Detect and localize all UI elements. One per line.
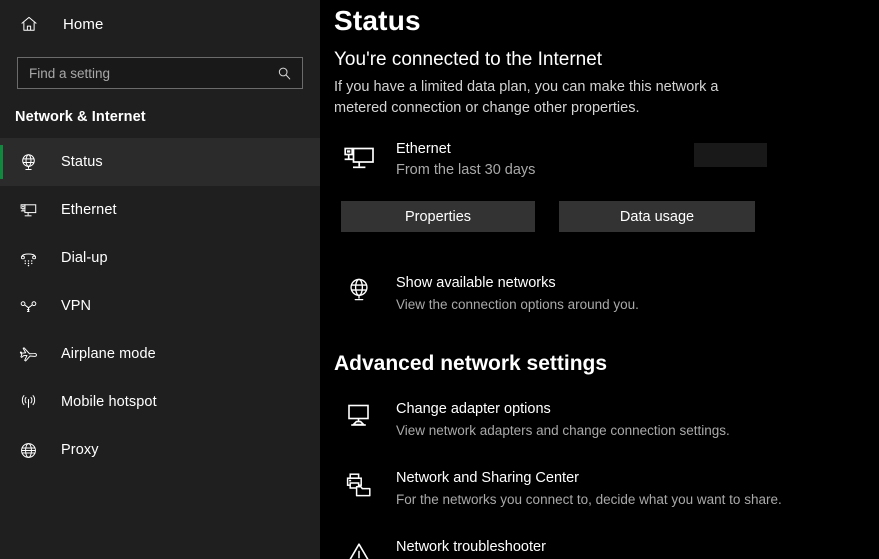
network-sharing-center-text: Network and Sharing Center For the netwo… [396, 468, 782, 509]
properties-button[interactable]: Properties [341, 201, 535, 232]
vpn-key-icon [17, 295, 39, 317]
network-sharing-center-link[interactable]: Network and Sharing Center For the netwo… [334, 468, 879, 509]
network-troubleshooter-text: Network troubleshooter Diagnose and fix … [396, 537, 611, 559]
link-description: For the networks you connect to, decide … [396, 490, 782, 509]
advanced-settings-heading: Advanced network settings [334, 351, 879, 377]
search-icon[interactable] [274, 63, 294, 83]
link-description: View the connection options around you. [396, 295, 639, 314]
change-adapter-options-text: Change adapter options View network adap… [396, 399, 730, 440]
show-available-networks-link[interactable]: Show available networks View the connect… [334, 273, 879, 314]
link-title: Change adapter options [396, 399, 730, 419]
sidebar-item-label: Mobile hotspot [61, 394, 157, 410]
sidebar-home-button[interactable]: Home [0, 4, 320, 44]
globe-icon [17, 439, 39, 461]
sidebar-item-label: Status [61, 154, 103, 170]
hotspot-signal-icon [17, 391, 39, 413]
home-icon [17, 12, 41, 36]
sidebar: Home Network & Internet [0, 0, 320, 559]
sidebar-item-status[interactable]: Status [0, 138, 320, 186]
sidebar-item-airplane-mode[interactable]: Airplane mode [0, 330, 320, 378]
adapter-monitor-icon [341, 400, 377, 432]
ethernet-monitor-icon [17, 199, 39, 221]
page-title: Status [334, 1, 879, 41]
network-troubleshooter-link[interactable]: Network troubleshooter Diagnose and fix … [334, 537, 879, 559]
connection-name: Ethernet [396, 139, 535, 159]
globe-status-icon [17, 151, 39, 173]
sidebar-item-dial-up[interactable]: Dial-up [0, 234, 320, 282]
ethernet-monitor-icon [341, 142, 377, 176]
advanced-settings-list: Change adapter options View network adap… [334, 399, 879, 559]
connection-subtitle: From the last 30 days [396, 160, 535, 180]
sidebar-item-ethernet[interactable]: Ethernet [0, 186, 320, 234]
sidebar-item-label: Dial-up [61, 250, 108, 266]
airplane-icon [17, 343, 39, 365]
change-adapter-options-link[interactable]: Change adapter options View network adap… [334, 399, 879, 440]
printer-folder-share-icon [341, 469, 377, 501]
sidebar-item-label: Ethernet [61, 202, 117, 218]
sidebar-category-title: Network & Internet [15, 109, 320, 125]
sidebar-item-label: Proxy [61, 442, 99, 458]
sidebar-item-proxy[interactable]: Proxy [0, 426, 320, 474]
warning-triangle-icon [341, 538, 377, 559]
link-title: Network and Sharing Center [396, 468, 782, 488]
sidebar-item-label: VPN [61, 298, 91, 314]
sidebar-home-label: Home [63, 16, 103, 33]
sidebar-nav: Status Ethernet [0, 138, 320, 474]
dialup-phone-icon [17, 247, 39, 269]
link-title: Show available networks [396, 273, 639, 293]
sidebar-item-label: Airplane mode [61, 346, 156, 362]
settings-window: Home Network & Internet [0, 0, 879, 559]
connection-buttons: Properties Data usage [334, 201, 879, 232]
connection-heading: You're connected to the Internet [334, 48, 879, 72]
search-input[interactable] [29, 58, 274, 88]
link-description: View network adapters and change connect… [396, 421, 730, 440]
active-connection-row[interactable]: Ethernet From the last 30 days [334, 139, 879, 180]
sidebar-item-mobile-hotspot[interactable]: Mobile hotspot [0, 378, 320, 426]
active-connection-text: Ethernet From the last 30 days [396, 139, 535, 180]
redacted-data-usage-box [694, 143, 767, 167]
main-content: Status You're connected to the Internet … [320, 0, 879, 559]
sidebar-item-vpn[interactable]: VPN [0, 282, 320, 330]
show-available-networks-text: Show available networks View the connect… [396, 273, 639, 314]
search-box[interactable] [17, 57, 303, 89]
link-title: Network troubleshooter [396, 537, 611, 557]
data-usage-button[interactable]: Data usage [559, 201, 755, 232]
connection-description: If you have a limited data plan, you can… [334, 77, 744, 119]
active-connection-block: Ethernet From the last 30 days Propertie… [334, 139, 879, 232]
globe-status-icon [341, 274, 377, 306]
